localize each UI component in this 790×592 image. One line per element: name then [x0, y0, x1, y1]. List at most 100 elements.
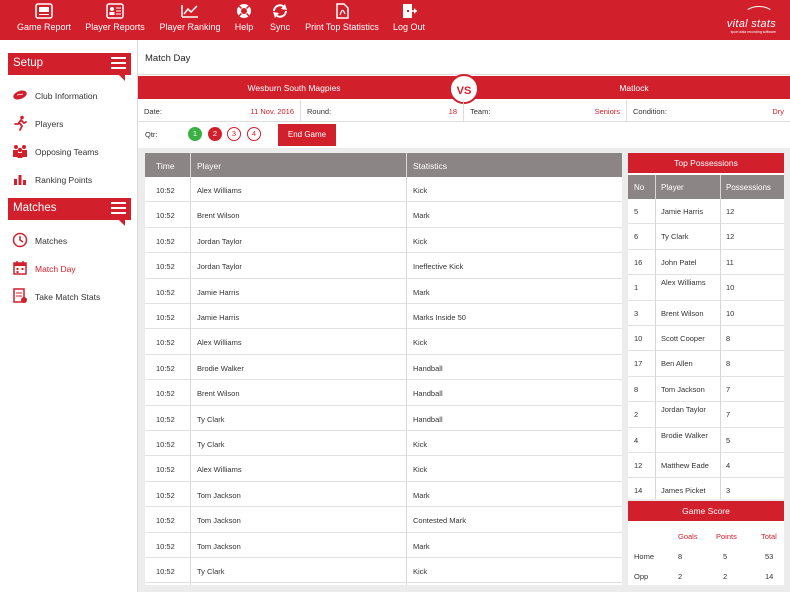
table-row[interactable]: 10:52 Brodie Walker Handball — [145, 355, 622, 381]
nav-print-top-statistics[interactable]: Print Top Statistics — [305, 3, 379, 34]
hamburger-menu-icon[interactable] — [111, 57, 126, 70]
sidebar-item-club-information[interactable]: Club Information — [12, 86, 132, 106]
player-name: Brodie Walker — [661, 430, 708, 440]
table-row[interactable]: 12 Matthew Eade 4 — [628, 453, 784, 479]
column-divider — [190, 153, 191, 585]
sidebar-item-label: Match Day — [35, 264, 76, 274]
sidebar-item-matches[interactable]: Matches — [12, 231, 132, 251]
quarter-button-3[interactable]: 3 — [227, 127, 241, 141]
nav-label: Player Ranking — [159, 22, 221, 32]
event-player: Brent Wilson — [197, 389, 240, 399]
table-row[interactable]: 14 James Picket 3 — [628, 478, 784, 499]
table-row[interactable]: 10:52 Tom Jackson Contested Mark — [145, 507, 622, 533]
hamburger-menu-icon[interactable] — [111, 202, 126, 215]
sidebar-item-label: Ranking Points — [35, 175, 93, 185]
player-name: Jamie Harris — [661, 207, 704, 216]
table-row[interactable]: 10 Scott Cooper 8 — [628, 326, 784, 352]
event-time: 10:52 — [156, 490, 175, 500]
event-player: Ty Clark — [197, 440, 225, 449]
quarter-button-1[interactable]: 1 — [188, 127, 202, 141]
game-report-icon — [35, 3, 53, 19]
date-cell: Date: 11 Nov. 2016 — [138, 100, 301, 122]
header-pointer — [119, 75, 125, 81]
home-team-name: Wesburn South Magpies — [247, 83, 341, 93]
game-score-title: Game Score — [628, 501, 784, 521]
possession-count: 8 — [726, 359, 731, 369]
sidebar-item-label: Matches — [35, 236, 68, 246]
sidebar-item-match-day[interactable]: Match Day — [12, 259, 132, 279]
table-row[interactable]: 8 Tom Jackson 7 — [628, 377, 784, 403]
quarter-button-2[interactable]: 2 — [208, 127, 222, 141]
table-row[interactable]: 10:52 Ty Clark Kick — [145, 431, 622, 457]
table-row[interactable]: 10:52 Alex Williams Kick — [145, 456, 622, 482]
table-row[interactable]: 10:52 Tom Jackson Mark — [145, 482, 622, 508]
table-row[interactable]: 2 Jordan Taylor 7 — [628, 402, 784, 428]
event-player: Brodie Walker — [197, 363, 244, 373]
sidebar-item-opposing-teams[interactable]: Opposing Teams — [12, 142, 132, 162]
event-statistic: Kick — [413, 236, 428, 246]
nav-game-report[interactable]: Game Report — [16, 3, 72, 34]
event-statistic: Kick — [413, 465, 428, 475]
table-row[interactable]: 10:52 Jordan Taylor Ineffective Kick — [145, 253, 622, 279]
table-row[interactable]: 1 Alex Williams 10 — [628, 275, 784, 301]
sidebar-item-players[interactable]: Players — [12, 114, 132, 134]
table-row[interactable]: 3 Brent Wilson 10 — [628, 301, 784, 326]
setup-section-header[interactable]: Setup — [8, 53, 131, 81]
table-row[interactable]: 10:52 Ty Clark Handball — [145, 406, 622, 431]
page-title: Match Day — [145, 53, 191, 64]
table-row[interactable]: 10:52 Alex Williams Kick — [145, 329, 622, 355]
table-row[interactable]: 10:52 Alex Williams Kick — [145, 177, 622, 203]
matches-section-header[interactable]: Matches — [8, 198, 131, 226]
end-game-button[interactable]: End Game — [278, 124, 336, 146]
player-name: Jordan Taylor — [661, 405, 706, 415]
table-row[interactable]: 10:52 Jamie Harris Mark — [145, 279, 622, 304]
table-row[interactable]: 16 John Patel 11 — [628, 250, 784, 276]
table-row[interactable]: 10:52 Tom Jackson Mark — [145, 533, 622, 558]
event-time: 10:52 — [156, 541, 175, 551]
nav-label: Log Out — [392, 22, 426, 32]
event-time: 10:52 — [156, 287, 175, 297]
quarter-button-4[interactable]: 4 — [247, 127, 261, 141]
home-goals: 8 — [678, 552, 683, 561]
nav-player-reports[interactable]: Player Reports — [85, 3, 145, 34]
table-row[interactable]: 10:52 Brent Wilson Mark — [145, 202, 622, 228]
possession-count: 4 — [726, 461, 731, 470]
table-row[interactable]: 5 Jamie Harris 12 — [628, 199, 784, 225]
stats-sheet-icon — [13, 288, 27, 303]
nav-sync[interactable]: Sync — [268, 3, 292, 34]
nav-label: Game Report — [16, 22, 72, 32]
table-header: Time Player Statistics — [145, 153, 622, 177]
sidebar-item-ranking-points[interactable]: Ranking Points — [12, 170, 132, 190]
nav-help[interactable]: Help — [233, 3, 255, 34]
event-player: Jordan Taylor — [197, 236, 242, 246]
player-number: 12 — [634, 461, 643, 470]
sidebar-item-label: Players — [35, 119, 64, 129]
condition-cell: Condition: Dry — [627, 100, 790, 122]
player-name: Matthew Eade — [661, 461, 709, 470]
nav-player-ranking[interactable]: Player Ranking — [159, 3, 221, 34]
event-player: Ty Clark — [197, 414, 225, 424]
nav-log-out[interactable]: Log Out — [392, 3, 426, 34]
table-row[interactable]: 10:52 Brent Wilson Handball — [145, 380, 622, 406]
table-row[interactable]: 10:52 Jordan Taylor Kick — [145, 228, 622, 254]
table-row[interactable]: 6 Ty Clark 12 — [628, 224, 784, 250]
player-name: Brent Wilson — [661, 308, 704, 318]
table-row[interactable]: 10:52 Ty Clark Kick — [145, 558, 622, 584]
table-row[interactable]: 4 Brodie Walker 5 — [628, 428, 784, 453]
event-statistic: Mark — [413, 287, 430, 297]
clock-icon — [12, 232, 28, 248]
event-time: 10:52 — [156, 414, 175, 424]
column-header-time: Time — [156, 161, 175, 171]
event-time: 10:52 — [156, 567, 175, 576]
event-statistic: Mark — [413, 490, 430, 500]
date-value: 11 Nov. 2016 — [250, 107, 294, 116]
table-row[interactable]: 17 Ben Allen 8 — [628, 351, 784, 377]
top-possessions-title: Top Possessions — [628, 153, 784, 173]
runner-icon — [14, 115, 27, 131]
possession-count: 10 — [726, 308, 735, 318]
event-time: 10:52 — [156, 516, 175, 526]
score-row-label: Home — [634, 552, 655, 561]
help-icon — [237, 4, 251, 18]
sidebar-item-take-match-stats[interactable]: Take Match Stats — [12, 287, 132, 307]
table-row[interactable]: 10:52 Jamie Harris Marks Inside 50 — [145, 304, 622, 330]
